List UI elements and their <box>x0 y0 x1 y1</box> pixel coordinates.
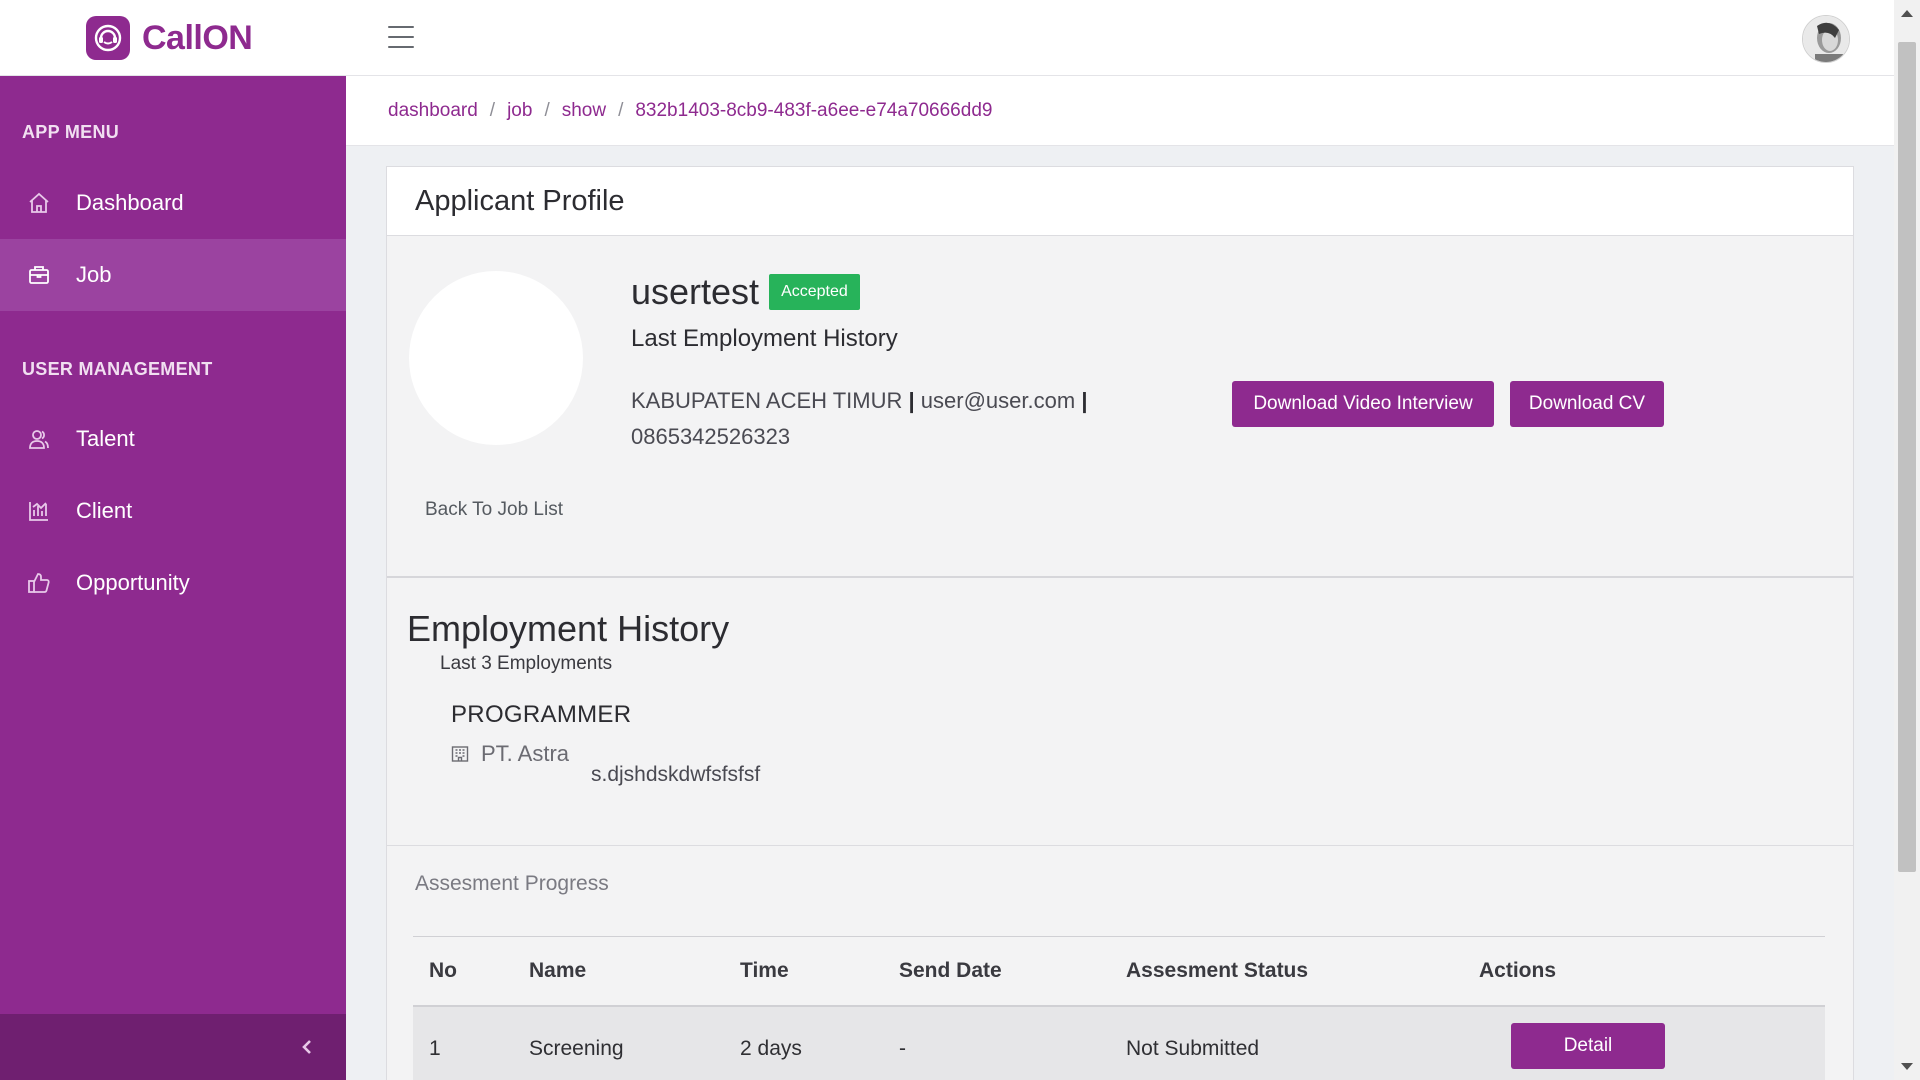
assessment-table: No Name Time Send Date Assesment Status … <box>413 936 1825 1080</box>
applicant-avatar <box>409 271 583 445</box>
table-row: 1 Screening 2 days - Not Submitted Detai… <box>413 1007 1825 1080</box>
column-header-no: No <box>429 959 457 982</box>
cell-time: 2 days <box>740 1037 802 1060</box>
detail-button[interactable]: Detail <box>1511 1023 1665 1069</box>
job-description: s.djshdskdwfsfsfsf <box>591 763 761 786</box>
cell-send-date: - <box>899 1037 906 1060</box>
download-video-interview-button[interactable]: Download Video Interview <box>1232 381 1494 427</box>
breadcrumb-dashboard[interactable]: dashboard <box>388 100 478 122</box>
applicant-subtitle: Last Employment History <box>631 325 898 352</box>
applicant-name-line: usertest Accepted <box>631 271 860 313</box>
top-navbar: CallON <box>0 0 1920 76</box>
sidebar-footer <box>0 1014 346 1080</box>
cell-status: Not Submitted <box>1126 1037 1260 1060</box>
briefcase-icon <box>26 262 52 288</box>
applicant-location: KABUPATEN ACEH TIMUR <box>631 388 903 413</box>
sidebar-item-label: Dashboard <box>76 190 184 215</box>
column-header-name: Name <box>529 959 587 982</box>
app-logo[interactable]: CallON <box>86 16 253 60</box>
callon-logo-icon <box>86 16 130 60</box>
sidebar: APP MENU Dashboard Job USER MANAGEMENT T… <box>0 76 346 1080</box>
thumbs-up-icon <box>26 570 52 596</box>
applicant-contact: KABUPATEN ACEH TIMUR | user@user.com | 0… <box>631 383 1101 455</box>
employment-history-subtitle: Last 3 Employments <box>440 653 613 674</box>
column-header-actions: Actions <box>1479 959 1557 982</box>
page-title: Applicant Profile <box>415 184 625 217</box>
column-header-assesment-status: Assesment Status <box>1126 959 1309 982</box>
building-icon <box>451 744 471 764</box>
breadcrumb-separator: / <box>544 99 550 121</box>
breadcrumb: dashboard / job / show / 832b1403-8cb9-4… <box>346 76 1894 146</box>
breadcrumb-show[interactable]: show <box>562 100 606 122</box>
breadcrumb-separator: / <box>618 99 624 121</box>
cell-name: Screening <box>529 1037 624 1060</box>
assessment-progress-title: Assesment Progress <box>415 872 609 895</box>
sidebar-item-label: Talent <box>76 426 135 451</box>
table-header-row: No Name Time Send Date Assesment Status … <box>413 937 1825 1007</box>
section-title-user-management: USER MANAGEMENT <box>22 359 213 379</box>
sidebar-item-talent[interactable]: Talent <box>0 403 346 475</box>
hamburger-icon[interactable] <box>388 26 414 48</box>
chart-icon <box>26 498 52 524</box>
applicant-username: usertest <box>631 271 760 312</box>
job-position: PROGRAMMER <box>451 701 632 728</box>
column-header-send-date: Send Date <box>899 959 1002 982</box>
section-divider <box>387 576 1853 578</box>
job-company: PT. Astra <box>451 741 569 767</box>
applicant-profile-card: Applicant Profile usertest Accepted Last… <box>386 166 1854 1080</box>
applicant-phone: 0865342526323 <box>631 424 791 449</box>
breadcrumb-job[interactable]: job <box>507 100 532 122</box>
section-title-app-menu: APP MENU <box>22 122 120 142</box>
breadcrumb-current-id: 832b1403-8cb9-483f-a6ee-e74a70666dd9 <box>635 99 993 121</box>
sidebar-item-label: Client <box>76 498 133 523</box>
sidebar-item-dashboard[interactable]: Dashboard <box>0 167 346 239</box>
breadcrumb-separator: / <box>489 99 496 121</box>
applicant-email: user@user.com <box>920 388 1076 413</box>
home-icon <box>26 190 52 216</box>
company-name: PT. Astra <box>481 741 570 766</box>
contact-separator: | <box>908 388 915 413</box>
sidebar-item-label: Job <box>76 262 112 287</box>
sidebar-item-job[interactable]: Job <box>0 239 346 311</box>
user-avatar[interactable] <box>1802 15 1850 63</box>
scroll-down-arrow-icon[interactable] <box>1901 1063 1913 1070</box>
card-header: Applicant Profile <box>387 167 1853 236</box>
download-cv-button[interactable]: Download CV <box>1510 381 1664 427</box>
sidebar-item-label: Opportunity <box>76 570 190 595</box>
users-icon <box>26 426 52 452</box>
page-scrollbar[interactable] <box>1894 0 1920 1080</box>
scroll-up-arrow-icon[interactable] <box>1901 10 1913 17</box>
employment-history-title: Employment History <box>407 608 730 649</box>
cell-no: 1 <box>429 1037 441 1060</box>
contact-separator: | <box>1081 388 1088 413</box>
back-to-job-list-link[interactable]: Back To Job List <box>425 499 563 521</box>
scrollbar-thumb[interactable] <box>1898 42 1916 872</box>
status-badge: Accepted <box>769 274 860 310</box>
app-name: CallON <box>142 18 253 57</box>
assessment-progress-section: Assesment Progress No Name Time Send Dat… <box>387 845 1853 1080</box>
column-header-time: Time <box>740 959 789 982</box>
chevron-left-icon[interactable] <box>292 1032 322 1062</box>
sidebar-item-opportunity[interactable]: Opportunity <box>0 547 346 619</box>
sidebar-item-client[interactable]: Client <box>0 475 346 547</box>
